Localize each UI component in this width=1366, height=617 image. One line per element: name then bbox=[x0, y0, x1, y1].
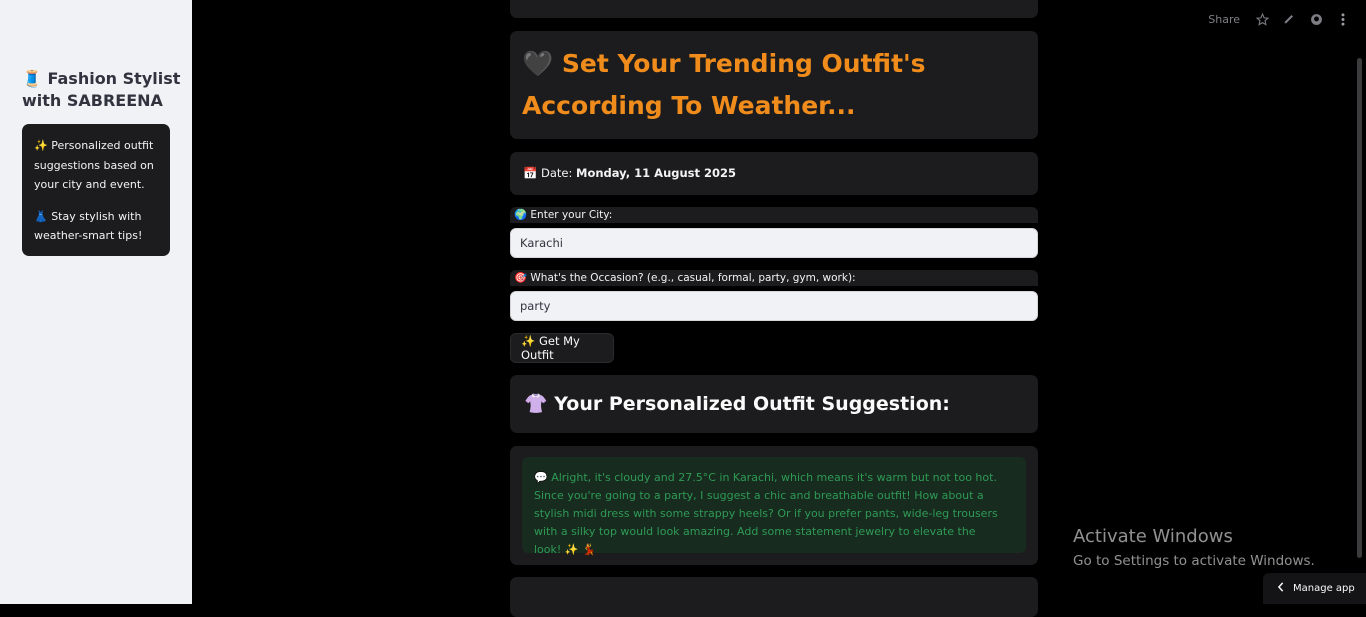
sidebar-tip-stylish: Stay stylish with weather-smart tips! bbox=[34, 209, 143, 243]
page-scrollbar[interactable] bbox=[1357, 58, 1362, 558]
shirt-icon: 👚 bbox=[524, 393, 548, 415]
dress-icon: 👗 bbox=[34, 209, 48, 223]
city-label-text: Enter your City: bbox=[530, 209, 613, 221]
suggestion-text: Alright, it's cloudy and 27.5°C in Karac… bbox=[534, 471, 998, 556]
star-icon[interactable] bbox=[1255, 12, 1269, 26]
target-icon: 🎯 bbox=[514, 272, 528, 284]
city-input[interactable] bbox=[510, 228, 1038, 258]
bottom-card-partial bbox=[510, 577, 1038, 617]
sidebar-title-text: Fashion Stylist with SABREENA bbox=[22, 69, 181, 110]
chevron-left-icon bbox=[1277, 582, 1285, 595]
date-line: 📅 Date: Monday, 11 August 2025 bbox=[523, 166, 736, 180]
suggestion-header-card: 👚 Your Personalized Outfit Suggestion: bbox=[510, 375, 1038, 433]
sparkles-icon: ✨ bbox=[34, 139, 48, 152]
share-button[interactable]: Share bbox=[1208, 13, 1240, 26]
get-my-outfit-button[interactable]: ✨ Get My Outfit bbox=[510, 333, 614, 363]
edit-icon[interactable] bbox=[1282, 12, 1296, 26]
suggestion-title: 👚 Your Personalized Outfit Suggestion: bbox=[524, 392, 950, 416]
date-card: 📅 Date: Monday, 11 August 2025 bbox=[510, 152, 1038, 195]
activate-windows-watermark: Activate Windows Go to Settings to activ… bbox=[1073, 526, 1315, 572]
suggestion-message: 💬 Alright, it's cloudy and 27.5°C in Kar… bbox=[522, 457, 1026, 556]
sidebar-tip-personalized: Personalized outfit suggestions based on… bbox=[34, 139, 154, 191]
globe-icon: 🌍 bbox=[514, 209, 528, 221]
sidebar-title: 🧵 Fashion Stylist with SABREENA bbox=[22, 68, 182, 112]
occasion-label: 🎯 What's the Occasion? (e.g., casual, fo… bbox=[510, 270, 1038, 286]
city-label: 🌍 Enter your City: bbox=[510, 207, 1038, 223]
header-card: 🖤 Set Your Trending Outfit's According T… bbox=[510, 31, 1038, 139]
thread-icon: 🧵 bbox=[22, 69, 42, 88]
date-label: Date: bbox=[540, 166, 573, 180]
occasion-input[interactable] bbox=[510, 291, 1038, 321]
page-title: 🖤 Set Your Trending Outfit's According T… bbox=[522, 43, 1030, 127]
calendar-icon: 📅 bbox=[523, 166, 538, 180]
watermark-title: Activate Windows bbox=[1073, 526, 1233, 547]
black-heart-icon: 🖤 bbox=[522, 49, 554, 78]
watermark-subtitle: Go to Settings to activate Windows. bbox=[1073, 553, 1315, 569]
occasion-label-text: What's the Occasion? (e.g., casual, form… bbox=[530, 272, 856, 284]
suggestion-title-text: Your Personalized Outfit Suggestion: bbox=[554, 393, 950, 415]
sidebar: 🧵 Fashion Stylist with SABREENA ✨ Person… bbox=[0, 0, 192, 604]
date-value: Monday, 11 August 2025 bbox=[576, 166, 737, 180]
manage-app-label: Manage app bbox=[1293, 583, 1355, 594]
more-menu-icon[interactable] bbox=[1336, 12, 1350, 26]
github-icon[interactable] bbox=[1309, 12, 1323, 26]
page-title-text: Set Your Trending Outfit's According To … bbox=[522, 49, 926, 120]
manage-app-button[interactable]: Manage app bbox=[1263, 573, 1366, 604]
sparkles-icon: ✨ bbox=[521, 334, 536, 348]
sidebar-info-card: ✨ Personalized outfit suggestions based … bbox=[22, 124, 170, 256]
suggestion-result-card: 💬 Alright, it's cloudy and 27.5°C in Kar… bbox=[510, 446, 1038, 565]
speech-bubble-icon: 💬 bbox=[534, 471, 548, 484]
top-card-partial bbox=[510, 0, 1038, 18]
top-toolbar: Share bbox=[1208, 11, 1350, 27]
